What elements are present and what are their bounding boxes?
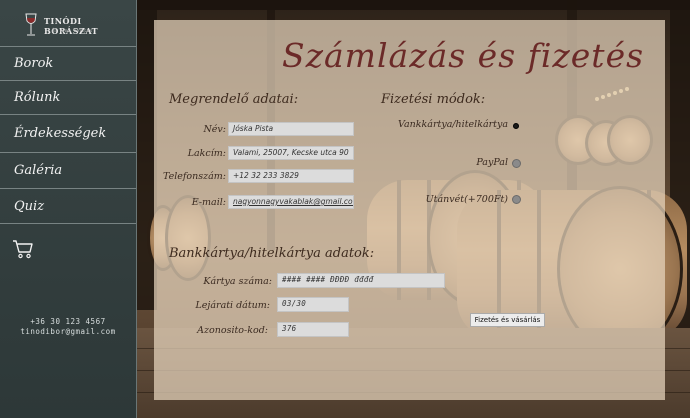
card-data-heading: Bankkártya/hitelkártya adatok: — [169, 246, 375, 261]
cvc-label: Azonosito-kod: — [197, 325, 268, 336]
radio-label-paypal: PayPal — [476, 157, 508, 168]
phone-input[interactable]: +12 32 233 3829 — [228, 169, 354, 183]
address-label: Lakcím: — [187, 148, 226, 159]
expiry-input[interactable]: 03/30 — [277, 297, 349, 312]
card-number-input[interactable]: #### #### ĐĐĐĐ đđđđ — [277, 273, 445, 288]
radio-card[interactable] — [513, 123, 519, 129]
nav-item-erdekessegek[interactable]: Érdekességek — [0, 114, 136, 152]
nav-item-rolunk[interactable]: Rólunk — [0, 80, 136, 114]
radio-paypal[interactable] — [512, 159, 521, 168]
expiry-label: Lejárati dátum: — [195, 300, 270, 311]
billing-panel — [154, 20, 665, 400]
name-input[interactable]: Jóska Pista — [228, 122, 354, 136]
nav-item-borok[interactable]: Borok — [0, 46, 136, 80]
sidebar: TINÓDI BORÁSZAT Ín vino Veritas Borok Ró… — [0, 0, 137, 418]
email-input[interactable]: nagyonnagyvakablak@gmail.cott — [228, 195, 354, 209]
pay-and-buy-button[interactable]: Fizetés és vásárlás — [470, 313, 545, 327]
radio-cod[interactable] — [512, 195, 521, 204]
payment-methods-heading: Fizetési módok: — [381, 92, 486, 107]
customer-data-heading: Megrendelő adatai: — [169, 92, 299, 107]
name-label: Név: — [203, 124, 226, 135]
cvc-input[interactable]: 376 — [277, 322, 349, 337]
radio-label-card: Vankkártya/hitelkártya — [398, 119, 508, 130]
shopping-cart-icon[interactable] — [12, 238, 34, 260]
card-number-label: Kártya száma: — [203, 276, 272, 287]
wine-glass-icon — [25, 13, 37, 36]
main-nav: Borok Rólunk Érdekességek Galéria Quiz — [0, 46, 136, 224]
page-title: Számlázás és fizetés — [282, 36, 645, 75]
radio-label-cod: Utánvét(+700Ft) — [425, 194, 508, 205]
email-label: E-mail: — [191, 197, 226, 208]
brand-tagline: Ín vino Veritas — [52, 29, 93, 34]
address-input[interactable]: Valami, 25007, Kecske utca 90 — [228, 146, 354, 160]
contact-email[interactable]: tinodibor@gmail.com — [0, 327, 136, 336]
contact-phone: +36 30 123 4567 — [30, 317, 106, 326]
phone-label: Telefonszám: — [163, 171, 226, 182]
nav-item-galeria[interactable]: Galéria — [0, 152, 136, 188]
nav-item-quiz[interactable]: Quiz — [0, 188, 136, 224]
brand-logo[interactable]: TINÓDI BORÁSZAT Ín vino Veritas — [6, 8, 132, 42]
